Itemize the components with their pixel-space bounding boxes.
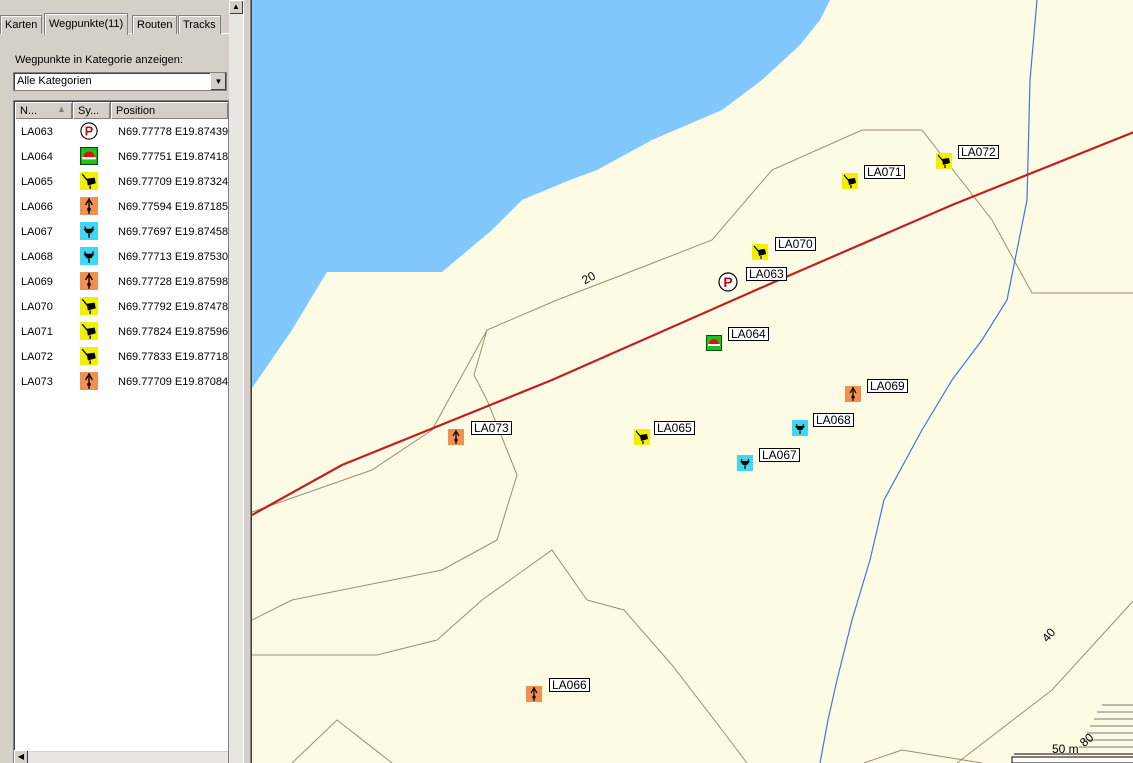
map-waypoint-label-la063[interactable]: LA063	[746, 267, 787, 281]
map-waypoint-label-la064[interactable]: LA064	[728, 327, 769, 341]
sort-ascending-icon: ▲	[57, 104, 66, 114]
tab-tracks[interactable]: Tracks	[178, 15, 221, 34]
tree-marker-icon[interactable]	[845, 386, 861, 402]
waypoint-position: N69.77697 E19.87458	[118, 226, 229, 238]
waypoint-name: LA064	[21, 151, 53, 163]
waypoint-position: N69.77751 E19.87418	[118, 151, 229, 163]
waypoint-name: LA072	[21, 351, 53, 363]
waypoint-position: N69.77713 E19.87530	[118, 251, 229, 263]
waypoint-name: LA063	[21, 126, 53, 138]
column-header-name[interactable]: N... ▲	[15, 102, 73, 119]
hunting-stand-icon	[80, 297, 98, 315]
hunting-stand-icon[interactable]	[752, 244, 768, 260]
parking-icon[interactable]: P	[718, 272, 738, 292]
parking-icon: P	[80, 122, 98, 140]
waypoint-row-la064[interactable]: LA064 N69.77751 E19.87418	[15, 144, 229, 169]
hunting-stand-icon	[80, 172, 98, 190]
waypoint-position: N69.77778 E19.87439	[118, 126, 229, 138]
tree-marker-icon[interactable]	[448, 429, 464, 445]
category-filter-label: Wegpunkte in Kategorie anzeigen:	[15, 54, 183, 66]
svg-text:P: P	[723, 274, 732, 290]
waypoint-position: N69.77594 E19.87185	[118, 201, 229, 213]
waypoint-name: LA070	[21, 301, 53, 313]
waypoints-panel: Karten Wegpunkte(11) Routen Tracks Wegpu…	[0, 0, 243, 763]
map-waypoint-label-la072[interactable]: LA072	[958, 145, 999, 159]
waypoint-row-la070[interactable]: LA070 N69.77792 E19.87478	[15, 294, 229, 319]
blind-icon	[80, 222, 98, 240]
panel-vertical-scrollbar[interactable]: ▲	[229, 0, 243, 763]
column-header-symbol[interactable]: Sy...	[73, 102, 111, 119]
waypoint-position: N69.77709 E19.87324	[118, 176, 229, 188]
hunting-stand-icon[interactable]	[842, 173, 858, 189]
category-select[interactable]: Alle Kategorien ▼	[13, 72, 227, 91]
waypoint-list[interactable]: N... ▲ Sy... Position LA063 P N69.77778 E19…	[13, 100, 229, 763]
map-waypoint-label-la066[interactable]: LA066	[549, 678, 590, 692]
waypoint-row-la068[interactable]: LA068 N69.77713 E19.87530	[15, 244, 229, 269]
scroll-left-icon[interactable]: ◀	[14, 750, 28, 763]
list-header: N... ▲ Sy... Position	[15, 102, 227, 119]
svg-text:P: P	[85, 125, 93, 139]
category-select-value: Alle Kategorien	[17, 75, 92, 87]
waypoint-row-la073[interactable]: LA073 N69.77709 E19.87084	[15, 369, 229, 394]
waypoint-row-la065[interactable]: LA065 N69.77709 E19.87324	[15, 169, 229, 194]
stream-line	[819, 0, 1038, 763]
waypoint-name: LA067	[21, 226, 53, 238]
restaurant-icon	[80, 147, 98, 165]
scroll-up-icon[interactable]: ▲	[229, 0, 243, 14]
waypoint-name: LA073	[21, 376, 53, 388]
hunting-stand-icon	[80, 347, 98, 365]
tree-marker-icon	[80, 372, 98, 390]
tree-marker-icon[interactable]	[526, 686, 542, 702]
waypoint-position: N69.77792 E19.87478	[118, 301, 229, 313]
column-header-position[interactable]: Position	[111, 102, 228, 119]
tree-marker-icon	[80, 197, 98, 215]
tab-routen[interactable]: Routen	[132, 15, 178, 34]
waypoint-name: LA066	[21, 201, 53, 213]
tab-bar: Karten Wegpunkte(11) Routen Tracks	[0, 13, 230, 35]
waypoint-row-la063[interactable]: LA063 P N69.77778 E19.87439	[15, 119, 229, 144]
waypoint-row-la067[interactable]: LA067 N69.77697 E19.87458	[15, 219, 229, 244]
map-waypoint-label-la070[interactable]: LA070	[775, 237, 816, 251]
list-horizontal-scrollbar[interactable]: ◀	[14, 750, 228, 763]
tree-marker-icon	[80, 272, 98, 290]
waypoint-name: LA069	[21, 276, 53, 288]
map-waypoint-label-la068[interactable]: LA068	[813, 413, 854, 427]
tab-karten[interactable]: Karten	[0, 15, 43, 34]
waypoint-row-la066[interactable]: LA066 N69.77594 E19.87185	[15, 194, 229, 219]
chevron-down-icon[interactable]: ▼	[210, 73, 226, 90]
map-waypoint-label-la073[interactable]: LA073	[471, 421, 512, 435]
restaurant-icon[interactable]	[706, 335, 722, 351]
map-waypoint-label-la065[interactable]: LA065	[654, 421, 695, 435]
waypoint-position: N69.77833 E19.87718	[118, 351, 229, 363]
blind-icon[interactable]	[737, 455, 753, 471]
map-waypoint-label-la067[interactable]: LA067	[759, 448, 800, 462]
blind-icon[interactable]	[792, 420, 808, 436]
blind-icon	[80, 247, 98, 265]
map-view[interactable]: 20 40 80 P LA063 LA064 LA065 LA066 LA067 LA068 LA…	[251, 0, 1133, 763]
waypoint-row-la071[interactable]: LA071 N69.77824 E19.87596	[15, 319, 229, 344]
hunting-stand-icon[interactable]	[936, 153, 952, 169]
waypoint-position: N69.77728 E19.87598	[118, 276, 229, 288]
waypoint-row-la072[interactable]: LA072 N69.77833 E19.87718	[15, 344, 229, 369]
map-waypoint-label-la071[interactable]: LA071	[864, 165, 905, 179]
panel-splitter[interactable]	[243, 0, 251, 763]
waypoint-row-la069[interactable]: LA069 N69.77728 E19.87598	[15, 269, 229, 294]
hunting-stand-icon[interactable]	[634, 429, 650, 445]
map-canvas[interactable]	[252, 0, 1133, 763]
waypoint-name: LA071	[21, 326, 53, 338]
map-waypoint-label-la069[interactable]: LA069	[867, 379, 908, 393]
waypoint-position: N69.77824 E19.87596	[118, 326, 229, 338]
waypoint-name: LA065	[21, 176, 53, 188]
waypoint-position: N69.77709 E19.87084	[118, 376, 229, 388]
scale-label: 50 m	[1052, 742, 1079, 756]
hunting-stand-icon	[80, 322, 98, 340]
tab-wegpunkte[interactable]: Wegpunkte(11)	[44, 13, 129, 35]
waypoint-name: LA068	[21, 251, 53, 263]
